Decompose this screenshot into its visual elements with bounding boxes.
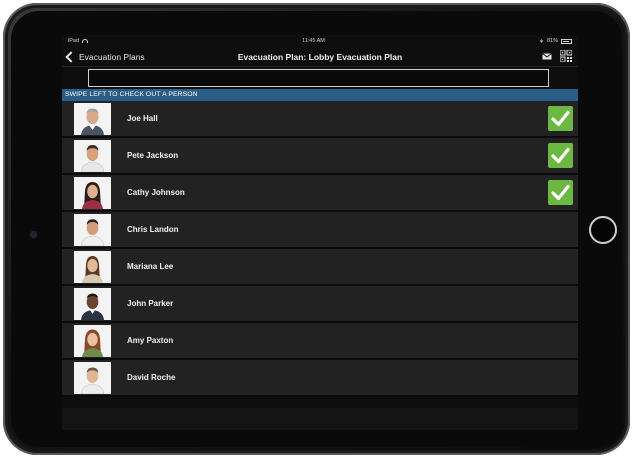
search-input[interactable] <box>88 69 549 87</box>
front-camera <box>30 231 37 238</box>
checkmark-icon[interactable] <box>548 106 573 131</box>
avatar <box>74 325 111 357</box>
list-item[interactable]: Mariana Lee <box>62 249 578 286</box>
carrier-label: iPad <box>68 38 80 44</box>
list-footer <box>62 408 578 430</box>
mail-icon[interactable] <box>542 52 552 60</box>
person-name: Chris Landon <box>127 225 179 234</box>
avatar <box>74 214 111 246</box>
checkmark-icon[interactable] <box>548 143 573 168</box>
avatar <box>74 140 111 172</box>
checkmark-icon[interactable] <box>548 180 573 205</box>
person-name: Cathy Johnson <box>127 188 185 197</box>
search-area <box>62 67 578 89</box>
avatar <box>74 177 111 209</box>
home-button[interactable] <box>589 216 617 244</box>
avatar <box>74 288 111 320</box>
wifi-icon <box>82 39 89 43</box>
list-item[interactable]: David Roche <box>62 360 578 397</box>
battery-percent: 81% <box>546 38 558 44</box>
list-item[interactable]: Chris Landon <box>62 212 578 249</box>
avatar <box>74 103 111 135</box>
person-name: Joe Hall <box>127 114 158 123</box>
list-item[interactable]: Joe Hall <box>62 101 578 138</box>
list-item[interactable]: Cathy Johnson <box>62 175 578 212</box>
battery-icon <box>561 38 572 44</box>
back-button[interactable]: Evacuation Plans <box>62 50 145 63</box>
status-time: 11:45 AM <box>302 38 325 44</box>
bluetooth-icon: ∗ <box>538 38 544 45</box>
app-screen: iPad 11:45 AM ∗ 81% Evacuation Plans Eva… <box>62 35 578 430</box>
avatar <box>74 251 111 283</box>
person-name: Pete Jackson <box>127 151 179 160</box>
swipe-hint-bar: SWIPE LEFT TO CHECK OUT A PERSON <box>62 89 578 101</box>
list-item[interactable]: Pete Jackson <box>62 138 578 175</box>
person-name: John Parker <box>127 299 174 308</box>
chevron-left-icon <box>65 50 77 63</box>
list-item[interactable]: John Parker <box>62 286 578 323</box>
person-name: David Roche <box>127 373 176 382</box>
avatar <box>74 362 111 394</box>
navigation-bar: Evacuation Plans Evacuation Plan: Lobby … <box>62 47 578 67</box>
person-name: Mariana Lee <box>127 262 174 271</box>
person-name: Amy Paxton <box>127 336 174 345</box>
qr-code-icon[interactable] <box>560 50 572 62</box>
back-button-label: Evacuation Plans <box>79 51 145 62</box>
people-list: Joe Hall Pete Jackson Cathy Johnson Chri… <box>62 101 578 397</box>
list-item[interactable]: Amy Paxton <box>62 323 578 360</box>
status-bar: iPad 11:45 AM ∗ 81% <box>62 35 578 47</box>
